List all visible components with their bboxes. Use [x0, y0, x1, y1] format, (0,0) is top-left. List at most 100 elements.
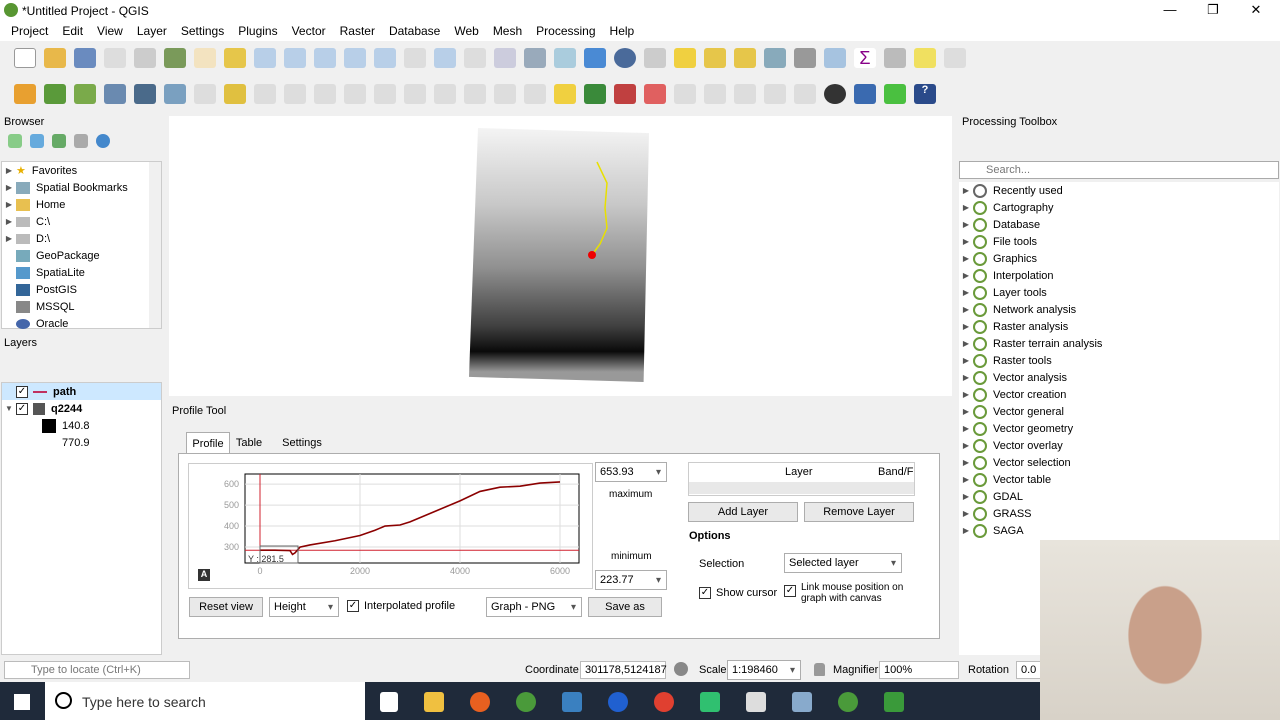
expand-icon[interactable]: ▶	[959, 254, 973, 263]
field-calculator-icon[interactable]	[794, 48, 816, 68]
expand-icon[interactable]: ▶	[959, 322, 973, 331]
zoom-next-icon[interactable]	[464, 48, 486, 68]
select-by-value-icon[interactable]	[704, 48, 726, 68]
attribute-table-icon[interactable]	[764, 48, 786, 68]
browser-item-oracle[interactable]: Oracle	[2, 315, 161, 332]
menu-web[interactable]: Web	[447, 24, 485, 38]
toolbox-item-gdal[interactable]: ▶ GDAL	[959, 488, 1279, 505]
expand-icon[interactable]: ▶	[959, 492, 973, 501]
show-cursor-checkbox[interactable]: ✓ Show cursor	[699, 587, 777, 599]
label-toolbar-icon[interactable]	[554, 84, 576, 104]
table-scrollbar[interactable]	[689, 482, 914, 494]
toolbox-item-vector-analysis[interactable]: ▶ Vector analysis	[959, 369, 1279, 386]
remove-layer-button[interactable]: Remove Layer	[804, 502, 914, 522]
refresh-icon[interactable]	[584, 48, 606, 68]
expand-icon[interactable]: ▶	[959, 390, 973, 399]
browser-item-favorites[interactable]: ▶ ★ Favorites	[2, 162, 161, 179]
add-virtual-layer-icon[interactable]	[164, 84, 186, 104]
menu-plugins[interactable]: Plugins	[231, 24, 284, 38]
menu-processing[interactable]: Processing	[529, 24, 602, 38]
toolbox-item-vector-selection[interactable]: ▶ Vector selection	[959, 454, 1279, 471]
save-as-button[interactable]: Save as	[588, 597, 662, 617]
pin-labels-icon[interactable]	[614, 84, 636, 104]
expand-icon[interactable]: ▶	[959, 509, 973, 518]
tab-profile[interactable]: Profile	[186, 432, 230, 454]
browser-item-geopackage[interactable]: GeoPackage	[2, 247, 161, 264]
close-button[interactable]: ✕	[1241, 2, 1271, 18]
expand-icon[interactable]: ▶	[959, 407, 973, 416]
browser-item-c[interactable]: ▶ C:\	[2, 213, 161, 230]
browser-scrollbar[interactable]	[149, 162, 161, 328]
data-source-manager-icon[interactable]	[14, 84, 36, 104]
plugin-globe-icon[interactable]	[824, 84, 846, 104]
profile-chart[interactable]: 0 2000 4000 6000 300 400 500 600 Y : 281.5	[189, 464, 592, 588]
undo-icon[interactable]	[494, 84, 516, 104]
add-layer-button[interactable]: Add Layer	[688, 502, 798, 522]
layer-labeling-icon[interactable]	[584, 84, 606, 104]
browser-item-postgis[interactable]: PostGIS	[2, 281, 161, 298]
layout-manager-icon[interactable]	[134, 48, 156, 68]
zoom-full-icon[interactable]	[314, 48, 336, 68]
lock-icon[interactable]	[814, 663, 825, 676]
chrome-icon[interactable]	[654, 692, 674, 712]
menu-mesh[interactable]: Mesh	[486, 24, 529, 38]
pan-to-selection-icon[interactable]	[224, 48, 246, 68]
column-layer[interactable]: Layer	[785, 466, 813, 478]
zoom-last-icon[interactable]	[434, 48, 456, 68]
menu-vector[interactable]: Vector	[285, 24, 333, 38]
column-band[interactable]: Band/F	[878, 466, 913, 478]
zoom-out-icon[interactable]	[284, 48, 306, 68]
add-vector-layer-icon[interactable]	[44, 84, 66, 104]
save-edits-icon[interactable]	[254, 84, 276, 104]
toolbox-item-raster-terrain-analysis[interactable]: ▶ Raster terrain analysis	[959, 335, 1279, 352]
toggle-editing-icon[interactable]	[224, 84, 246, 104]
toolbox-item-graphics[interactable]: ▶ Graphics	[959, 250, 1279, 267]
paste-features-icon[interactable]	[464, 84, 486, 104]
toolbox-item-vector-geometry[interactable]: ▶ Vector geometry	[959, 420, 1279, 437]
cut-features-icon[interactable]	[404, 84, 426, 104]
notepad-icon[interactable]	[792, 692, 812, 712]
expand-icon[interactable]: ▶	[959, 186, 973, 195]
expand-icon[interactable]: ▶	[959, 305, 973, 314]
new-map-view-icon[interactable]	[494, 48, 516, 68]
expand-icon[interactable]: ▶	[959, 526, 973, 535]
toolbox-item-vector-creation[interactable]: ▶ Vector creation	[959, 386, 1279, 403]
zoom-native-icon[interactable]	[404, 48, 426, 68]
redo-icon[interactable]	[524, 84, 546, 104]
menu-database[interactable]: Database	[382, 24, 447, 38]
delete-selected-icon[interactable]	[374, 84, 396, 104]
pycharm-icon[interactable]	[700, 692, 720, 712]
magnifier-field[interactable]: 100%	[879, 661, 959, 679]
toolbox-item-saga[interactable]: ▶ SAGA	[959, 522, 1279, 539]
vertex-tool-icon[interactable]	[314, 84, 336, 104]
map-canvas[interactable]	[169, 116, 952, 396]
toolbox-search-input[interactable]: Search...	[959, 161, 1279, 179]
toolbox-item-grass[interactable]: ▶ GRASS	[959, 505, 1279, 522]
print-layout-icon[interactable]	[104, 48, 126, 68]
interpolated-profile-checkbox[interactable]: ✓ Interpolated profile	[347, 600, 455, 612]
menu-help[interactable]: Help	[603, 24, 642, 38]
link-mouse-checkbox[interactable]: ✓ Link mouse position on graph with canva…	[784, 582, 904, 604]
help-icon[interactable]: ?	[914, 84, 936, 104]
qgis-icon[interactable]	[516, 692, 536, 712]
menu-settings[interactable]: Settings	[174, 24, 231, 38]
firefox-icon[interactable]	[470, 692, 490, 712]
collapse-all-icon[interactable]	[74, 134, 88, 148]
expand-icon[interactable]: ▶	[959, 475, 973, 484]
save-project-icon[interactable]	[74, 48, 96, 68]
toolbox-item-raster-analysis[interactable]: ▶ Raster analysis	[959, 318, 1279, 335]
expand-icon[interactable]: ▶	[959, 203, 973, 212]
toolbox-item-database[interactable]: ▶ Database	[959, 216, 1279, 233]
expand-icon[interactable]: ▶	[959, 339, 973, 348]
maximum-spinbox[interactable]: 653.93	[595, 462, 667, 482]
windows-start-icon[interactable]	[14, 694, 30, 710]
toolbox-item-layer-tools[interactable]: ▶ Layer tools	[959, 284, 1279, 301]
expand-icon[interactable]: ▶	[959, 288, 973, 297]
modify-attributes-icon[interactable]	[344, 84, 366, 104]
coordinate-field[interactable]: 301178,5124187	[580, 661, 667, 679]
toolbox-item-network-analysis[interactable]: ▶ Network analysis	[959, 301, 1279, 318]
zoom-layer-icon[interactable]	[374, 48, 396, 68]
qgis-active-icon[interactable]	[838, 692, 858, 712]
expand-icon[interactable]: ▶	[959, 237, 973, 246]
deselect-icon[interactable]	[734, 48, 756, 68]
